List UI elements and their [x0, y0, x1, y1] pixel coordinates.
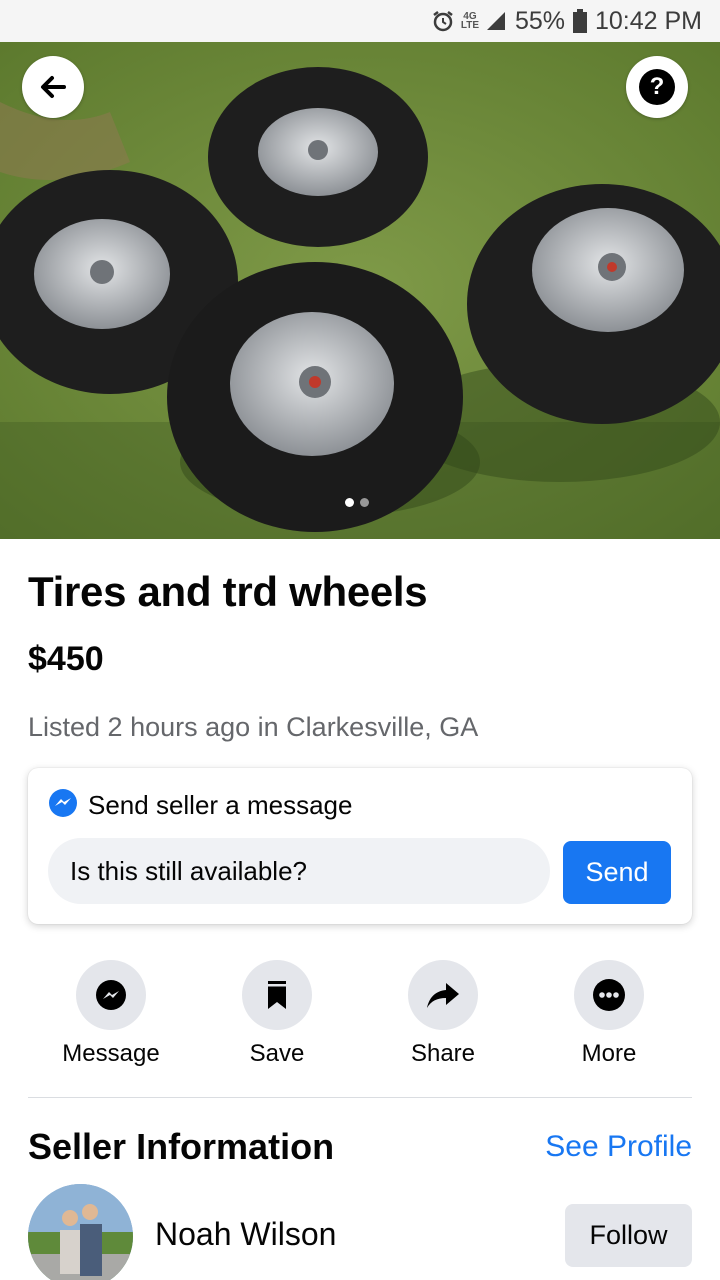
messenger-icon [76, 960, 146, 1030]
seller-avatar[interactable] [28, 1184, 133, 1280]
share-icon [408, 960, 478, 1030]
signal-icon [485, 10, 507, 32]
status-bar: 4G LTE 55% 10:42 PM [0, 0, 720, 42]
tire-4 [167, 262, 463, 532]
more-icon [574, 960, 644, 1030]
action-bar: Message Save Share More [28, 960, 692, 1070]
seller-info-heading: Seller Information [28, 1126, 335, 1167]
see-profile-link[interactable]: See Profile [545, 1130, 692, 1164]
seller-name[interactable]: Noah Wilson [155, 1216, 336, 1253]
tires-photo [0, 42, 720, 539]
message-input[interactable]: Is this still available? [48, 838, 550, 904]
help-button[interactable]: ? [626, 56, 688, 118]
save-button[interactable]: Save [217, 960, 337, 1068]
follow-button[interactable]: Follow [565, 1204, 692, 1267]
bookmark-icon [242, 960, 312, 1030]
listing-title: Tires and trd wheels [28, 568, 428, 615]
message-card-title: Send seller a message [88, 790, 353, 820]
message-button-label: Message [62, 1040, 160, 1067]
back-button[interactable] [22, 56, 84, 118]
share-button-label: Share [410, 1040, 476, 1067]
message-card-header: Send seller a message [48, 788, 352, 823]
more-button-label: More [581, 1040, 637, 1067]
tire-1 [208, 67, 428, 247]
message-seller-card: Send seller a message Is this still avai… [28, 768, 692, 924]
pagination-dot-active [345, 498, 354, 507]
listing-meta: Listed 2 hours ago in Clarkesville, GA [28, 712, 479, 742]
send-button[interactable]: Send [563, 841, 671, 904]
back-arrow-icon [38, 72, 68, 102]
pagination-dot [360, 498, 369, 507]
battery-icon [572, 9, 587, 33]
save-button-label: Save [249, 1040, 305, 1067]
help-icon: ? [639, 69, 675, 105]
network-icon: 4G LTE [460, 11, 480, 31]
listing-price: $450 [28, 640, 104, 678]
more-button[interactable]: More [549, 960, 669, 1068]
listing-photo[interactable]: ? [0, 42, 720, 539]
divider [28, 1097, 692, 1098]
message-button[interactable]: Message [51, 960, 171, 1068]
share-button[interactable]: Share [383, 960, 503, 1068]
clock: 10:42 PM [594, 6, 702, 35]
battery-percent: 55% [514, 6, 565, 35]
alarm-icon [431, 9, 455, 33]
photo-pagination [345, 498, 369, 507]
messenger-icon [48, 788, 78, 823]
